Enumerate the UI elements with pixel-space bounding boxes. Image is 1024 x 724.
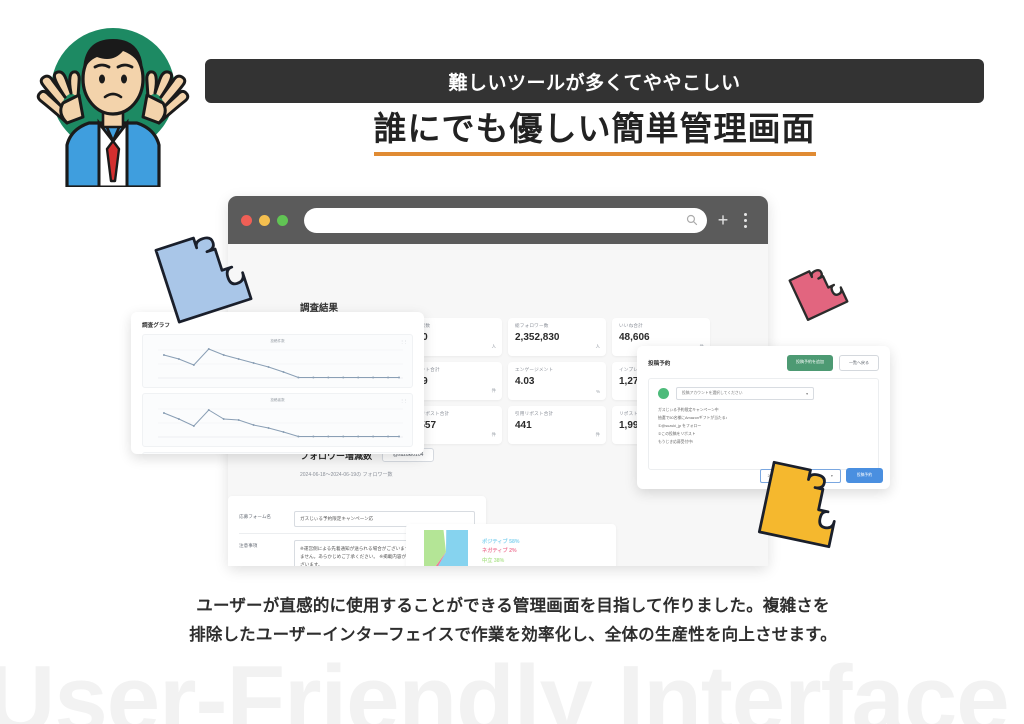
overflow-menu-icon[interactable]: ⋮⋮ [400,339,408,344]
add-schedule-button[interactable]: 投稿予約を追加 [787,355,833,371]
sentiment-pie-card: ポジティブ 58% ネガティブ 2% 中立 38% [406,524,616,566]
stat-unit: 件 [491,432,496,437]
line-chart-card: 投稿件数 ⋮⋮ [142,334,413,388]
line-chart-card: コメント数 ⋮⋮ [142,452,413,454]
compose-line: ガスじぃる予約限定キャンペーン中 [658,408,719,412]
headline-container: 誰にでも優しい簡単管理画面 [205,108,984,157]
schedule-panel-title: 投稿予約 [648,361,671,367]
schedule-submit-button[interactable]: 投稿予約 [845,468,883,483]
form-label: 注意事項 [239,543,258,548]
shrugging-businessman-illustration [27,17,199,187]
form-label: 応募フォーム名 [239,514,272,519]
ribbon-banner: 難しいツールが多くてややこしい [205,59,984,103]
caption-text: ユーザーが直感的に使用することができる管理画面を目指して作りました。複雑さを排除… [189,597,837,644]
avatar [658,388,669,399]
account-select-value: 投稿アカウントを選択してください [682,391,743,395]
ribbon-label: 難しいツールが多くてややこしい [448,72,741,94]
chart-plot [157,348,404,379]
account-select[interactable]: 投稿アカウントを選択してください ▾ [676,387,814,400]
stat-label: いいね合計 [619,323,643,328]
stat-card: 引用リポスト合計 441 件 [508,406,606,444]
chevron-down-icon: ▾ [806,392,808,396]
watermark-text: User-Friendly Interface [0,646,1010,724]
puzzle-piece-pink [787,260,850,322]
compose-line: ②この投稿をリポスト [658,431,696,436]
puzzle-piece-yellow [753,456,850,553]
chart-plot [157,408,404,438]
overflow-menu-icon[interactable]: ⋮⋮ [400,398,408,403]
browser-toolbar: + [228,196,768,244]
minimize-button-dot[interactable] [259,214,270,226]
kebab-menu-icon[interactable] [735,212,755,228]
compose-line: ①@suzuki_jp をフォロー [658,423,702,428]
line-chart-card: 投稿者数 ⋮⋮ [142,393,413,447]
page-title: 誰にでも優しい簡単管理画面 [373,108,816,157]
plus-icon[interactable]: + [713,211,733,229]
puzzle-piece-blue [152,222,255,327]
stat-card: エンゲージメント 4.03 % [508,362,606,400]
compose-body-text[interactable]: ガスじぃる予約限定キャンペーン中 抽選で50名様にAmazonギフトが当たる♪ … [658,407,869,447]
compose-line: 抽選で50名様にAmazonギフトが当たる♪ [658,415,728,420]
stat-label: 総フォロワー数 [515,323,549,328]
stat-value: 2,352,830 [515,332,560,343]
schedule-panel-header: 投稿予約 投稿予約を追加 一覧へ戻る [648,355,879,371]
stat-card: 総フォロワー数 2,352,830 人 [508,318,606,356]
stat-unit: % [596,389,600,394]
legend-positive: ポジティブ 58% [482,538,520,545]
stat-label: 引用リポスト合計 [515,411,554,416]
stat-unit: 件 [491,388,496,393]
legend-negative: ネガティブ 2% [482,548,517,555]
back-to-list-button[interactable]: 一覧へ戻る [839,355,879,371]
address-bar[interactable] [304,207,707,233]
stat-unit: 件 [595,432,600,437]
stat-value: 48,606 [619,332,650,343]
stat-value: 4.03 [515,376,535,387]
legend-neutral: 中立 38% [482,557,505,564]
search-icon [686,214,698,226]
schedule-panel-actions: 投稿予約を追加 一覧へ戻る [787,355,879,371]
sentiment-legend: ポジティブ 58% ネガティブ 2% 中立 38% [482,538,519,566]
sentiment-pie-chart [424,530,468,566]
survey-graph-panel: 調査グラフ 投稿件数 ⋮⋮ 投稿者数 ⋮⋮ [131,312,424,454]
stat-unit: 人 [595,344,600,349]
compose-header: 投稿アカウントを選択してください ▾ [658,387,869,400]
compose-line: もうじき応募受付中! [658,439,694,444]
maximize-button-dot[interactable] [277,214,288,226]
stat-label: エンゲージメント [515,367,554,372]
stat-value: 441 [515,420,532,431]
stat-unit: 人 [491,344,496,349]
